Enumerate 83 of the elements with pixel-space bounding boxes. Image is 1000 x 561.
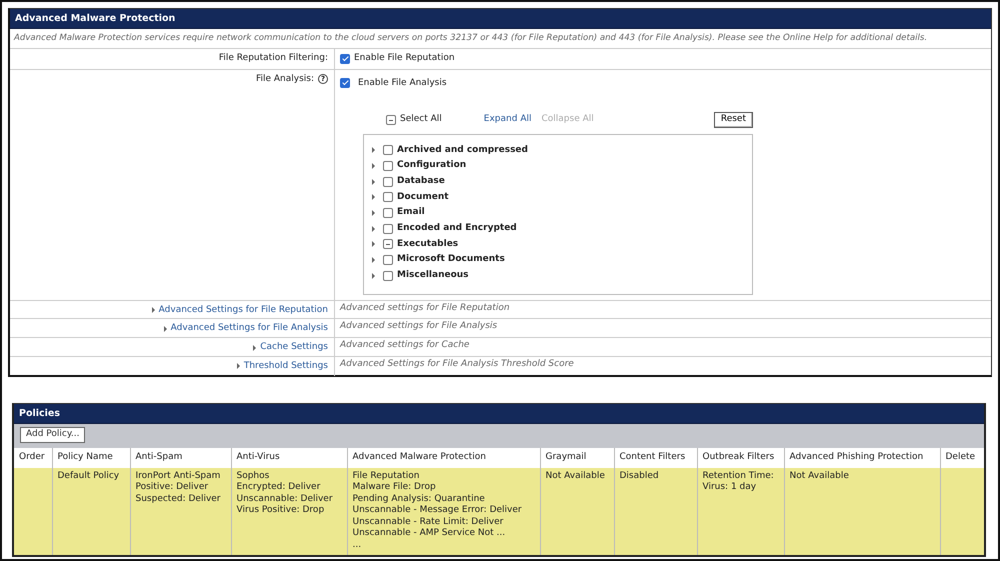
checkbox[interactable]: [383, 161, 393, 172]
cell-text: Sophos: [236, 470, 270, 481]
cell-text: Default Policy: [58, 470, 120, 481]
reset-button[interactable]: Reset: [714, 112, 753, 128]
cell-text: File Reputation: [352, 470, 420, 481]
cell-text: IronPort Anti-Spam: [136, 470, 220, 481]
panel-title: Advanced Malware Protection: [10, 9, 991, 29]
cell-text: Not Available: [546, 470, 605, 481]
cell-text: Malware File: Drop: [352, 482, 436, 492]
tree-item-label[interactable]: Configuration: [397, 159, 466, 173]
cell-text: Suspected: Deliver: [136, 494, 221, 504]
column-header: Outbreak Filters: [697, 448, 784, 468]
tree-item-label[interactable]: Email: [397, 206, 425, 220]
tree-item-label[interactable]: Archived and compressed: [397, 144, 528, 158]
cell-text: Virus: 1 day: [702, 482, 756, 492]
tree-item-label[interactable]: Microsoft Documents: [397, 253, 505, 267]
tree-item-label[interactable]: Miscellaneous: [397, 269, 469, 283]
checkbox-label[interactable]: Enable File Reputation: [354, 52, 455, 66]
checkbox[interactable]: [386, 114, 396, 125]
field-label: File Reputation Filtering:: [218, 53, 328, 63]
tree-item-label[interactable]: Database: [397, 174, 445, 188]
checkbox[interactable]: [383, 192, 393, 202]
tree-item-label[interactable]: Executables: [397, 238, 458, 252]
tree-item-label[interactable]: Encoded and Encrypted: [397, 222, 517, 236]
cell-text: Unscannable - AMP Service Not ...: [352, 528, 506, 538]
expand-arrow-icon[interactable]: [372, 163, 375, 170]
expand-arrow-icon[interactable]: [372, 178, 375, 185]
expand-arrow-icon[interactable]: [236, 363, 240, 370]
settings-summary: Advanced settings for File Reputation: [340, 302, 510, 312]
cell-text: Disabled: [620, 470, 659, 481]
settings-link[interactable]: Advanced Settings for File Reputation: [158, 304, 328, 317]
expand-arrow-icon[interactable]: [372, 210, 375, 216]
cell-text: Encrypted: Deliver: [236, 482, 320, 492]
expand-arrow-icon[interactable]: [152, 307, 155, 314]
expand-arrow-icon[interactable]: [372, 241, 375, 248]
column-header: Policy Name: [52, 448, 130, 468]
checkbox[interactable]: [383, 176, 393, 187]
expand-arrow-icon[interactable]: [372, 257, 375, 264]
cell-text: Unscannable - Message Error: Deliver: [352, 505, 522, 516]
settings-summary: Advanced settings for Cache: [340, 340, 470, 350]
checkbox[interactable]: [383, 145, 393, 156]
column-header: Content Filters: [614, 448, 697, 468]
expand-arrow-icon[interactable]: [372, 226, 375, 232]
settings-summary: Advanced settings for File Analysis: [340, 321, 498, 332]
checkbox[interactable]: [383, 270, 393, 281]
checkbox[interactable]: [383, 224, 393, 234]
expand-arrow-icon[interactable]: [372, 147, 375, 154]
cell-text: Pending Analysis: Quarantine: [352, 494, 485, 504]
expand-arrow-icon[interactable]: [372, 272, 375, 279]
column-header: Advanced Malware Protection: [347, 448, 540, 468]
cell-text: Not Available: [790, 470, 849, 481]
expand-arrow-icon[interactable]: [253, 344, 256, 351]
checkbox[interactable]: [383, 208, 393, 218]
settings-link[interactable]: Advanced Settings for File Analysis: [170, 322, 328, 336]
column-header: Anti-Virus: [231, 448, 347, 468]
column-header: Order: [14, 448, 52, 468]
panel-title: Policies: [14, 404, 984, 424]
cell-text: Unscannable: Deliver: [236, 494, 333, 504]
checkbox-label[interactable]: Enable File Analysis: [358, 76, 447, 90]
cell-text: ...: [352, 540, 362, 550]
column-header: Advanced Phishing Protection: [784, 448, 940, 468]
checkbox[interactable]: [340, 54, 350, 64]
cell-text: Unscannable - Rate Limit: Deliver: [352, 516, 504, 527]
checkbox-label[interactable]: Select All: [400, 113, 442, 126]
checkbox[interactable]: [340, 78, 350, 88]
settings-link[interactable]: Threshold Settings: [244, 360, 328, 374]
column-header: Anti-Spam: [130, 448, 231, 468]
settings-link[interactable]: Cache Settings: [260, 340, 328, 354]
column-header: Graymail: [540, 448, 614, 468]
expand-arrow-icon[interactable]: [164, 326, 167, 332]
checkbox[interactable]: [383, 239, 393, 250]
cell-text: Virus Positive: Drop: [236, 505, 324, 516]
cell-text: Retention Time:: [702, 470, 774, 481]
cell-text: Positive: Deliver: [136, 482, 208, 492]
tree-item-label[interactable]: Document: [397, 190, 449, 204]
expand-all-link[interactable]: Expand All: [484, 113, 532, 126]
settings-summary: Advanced Settings for File Analysis Threshold Score: [340, 358, 574, 369]
column-header: Delete: [940, 448, 984, 468]
add-policy-button[interactable]: Add Policy...: [20, 427, 86, 443]
expand-arrow-icon[interactable]: [372, 194, 375, 200]
field-label: File Analysis:: [256, 72, 314, 86]
description-text: Advanced Malware Protection services require network communication to the cloud servers on ports 32137 or 443 (for File Reputation) and 443 (for File Analysis). Please see the Online Help for additional details.: [14, 33, 928, 43]
checkbox[interactable]: [383, 255, 393, 266]
